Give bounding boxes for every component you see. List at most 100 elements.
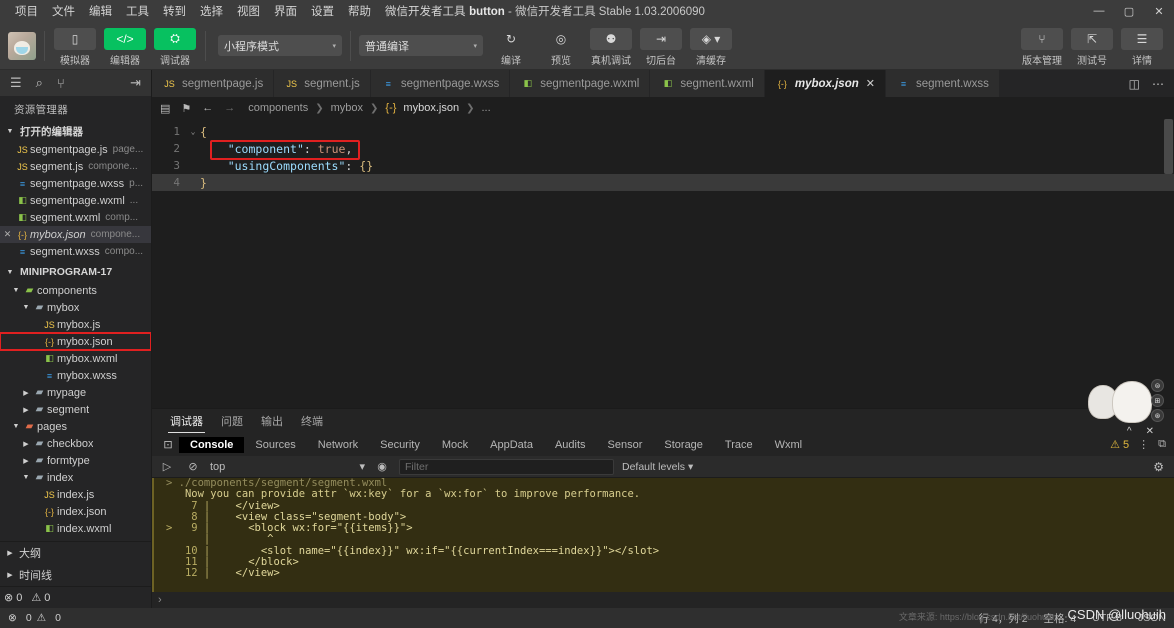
sidebar-problems[interactable]: ⊗ 0 ⚠ 0: [0, 586, 151, 608]
devtools-tab-Network[interactable]: Network: [307, 437, 369, 453]
bookmark-icon[interactable]: ⚑: [181, 102, 191, 115]
scrollbar-thumb[interactable]: [1164, 119, 1173, 174]
breadcrumb-item-file[interactable]: mybox.json: [403, 102, 459, 114]
devtools-tab-Sources[interactable]: Sources: [244, 437, 306, 453]
compile-select[interactable]: 普通编译 ▾: [359, 35, 483, 56]
tree-item-index.js[interactable]: JSindex.js: [0, 486, 151, 503]
source-control-icon[interactable]: ⑂: [57, 76, 65, 91]
editor-tab-segmentpage.js[interactable]: JSsegmentpage.js: [152, 70, 274, 97]
sticker-option-1-icon[interactable]: ⊜: [1151, 379, 1164, 392]
panel-tab-问题[interactable]: 问题: [219, 410, 245, 432]
tree-item-mybox.js[interactable]: JSmybox.js: [0, 316, 151, 333]
editor-tab-segmentpage.wxss[interactable]: ≡segmentpage.wxss: [371, 70, 510, 97]
toolbar-right-版本管理[interactable]: ⑂版本管理: [1020, 25, 1064, 67]
forward-arrow-icon[interactable]: →: [224, 102, 235, 114]
tree-item-segment[interactable]: ▶▰segment: [0, 401, 151, 418]
menu-item-4[interactable]: 转到: [156, 1, 193, 21]
open-editor-item[interactable]: ≡segment.wxsscompo...: [0, 243, 151, 260]
collapse-sidebar-icon[interactable]: ⇥: [130, 75, 141, 91]
open-editor-item[interactable]: ◧segment.wxmlcomp...: [0, 209, 151, 226]
devtools-tab-Storage[interactable]: Storage: [653, 437, 714, 453]
panel-tab-调试器[interactable]: 调试器: [168, 410, 205, 433]
editor-tab-mybox.json[interactable]: {-}mybox.json✕: [765, 70, 886, 97]
tree-item-mypage[interactable]: ▶▰mypage: [0, 384, 151, 401]
panel-tab-输出[interactable]: 输出: [259, 410, 285, 432]
tree-item-mybox.wxss[interactable]: ≡mybox.wxss: [0, 367, 151, 384]
tree-item-pages[interactable]: ▼▰pages: [0, 418, 151, 435]
menu-item-3[interactable]: 工具: [119, 1, 156, 21]
toolbar-right-测试号[interactable]: ⇱测试号: [1070, 25, 1114, 67]
toolbar-action-切后台[interactable]: ⇥切后台: [639, 25, 683, 67]
status-error-icon[interactable]: ⊗: [8, 612, 17, 624]
sticker-controls[interactable]: ⊜ ⊞ ⊛: [1151, 379, 1164, 422]
minimize-button[interactable]: —: [1084, 0, 1114, 22]
list-icon[interactable]: ▤: [160, 102, 170, 115]
open-editors-header[interactable]: ▼ 打开的编辑器: [0, 121, 151, 141]
close-tab-icon[interactable]: ✕: [866, 77, 875, 90]
warning-badge[interactable]: ⚠ 5: [1110, 438, 1129, 451]
menu-item-7[interactable]: 界面: [267, 1, 304, 21]
breadcrumb-item-components[interactable]: components: [248, 102, 308, 114]
devtools-tab-Security[interactable]: Security: [369, 437, 431, 453]
tree-item-mybox.wxml[interactable]: ◧mybox.wxml: [0, 350, 151, 367]
tree-item-mybox[interactable]: ▼▰mybox: [0, 299, 151, 316]
sticker-option-3-icon[interactable]: ⊛: [1151, 409, 1164, 422]
sticker-collapse-icon[interactable]: ^: [1127, 426, 1132, 437]
eye-icon[interactable]: ◉: [373, 460, 391, 473]
editor-tab-segment.js[interactable]: JSsegment.js: [274, 70, 371, 97]
inspect-element-icon[interactable]: ⊡: [157, 438, 179, 451]
project-header[interactable]: ▼ MINIPROGRAM-17: [0, 262, 151, 282]
devtools-tab-Wxml[interactable]: Wxml: [764, 437, 814, 453]
sticker-close-icon[interactable]: ✕: [1146, 426, 1154, 437]
dock-icon[interactable]: ⧉: [1158, 438, 1166, 451]
menu-item-5[interactable]: 选择: [193, 1, 230, 21]
breadcrumb-item-mybox[interactable]: mybox: [331, 102, 363, 114]
devtools-tab-Trace[interactable]: Trace: [714, 437, 764, 453]
toolbar-action-编译[interactable]: ↻编译: [489, 25, 533, 67]
console-prompt[interactable]: ›: [152, 592, 1174, 608]
mode-select[interactable]: 小程序模式 ▾: [218, 35, 342, 56]
toolbar-button-调试器[interactable]: ⛭调试器: [153, 25, 197, 67]
menu-item-1[interactable]: 文件: [45, 1, 82, 21]
tree-item-components[interactable]: ▼▰components: [0, 282, 151, 299]
console-context-select[interactable]: top ▾: [210, 460, 365, 473]
tree-item-index[interactable]: ▼▰index: [0, 469, 151, 486]
open-editor-item[interactable]: JSsegmentpage.jspage...: [0, 141, 151, 158]
console-levels-select[interactable]: Default levels ▾: [622, 461, 693, 473]
panel-tab-终端[interactable]: 终端: [299, 410, 325, 432]
maximize-button[interactable]: ▢: [1114, 0, 1144, 22]
status-warn-icon[interactable]: ⚠: [37, 612, 46, 624]
open-editor-item[interactable]: JSsegment.jscompone...: [0, 158, 151, 175]
open-editor-item[interactable]: ◧segmentpage.wxml...: [0, 192, 151, 209]
menu-item-10[interactable]: 微信开发者工具: [378, 1, 473, 21]
more-options-icon[interactable]: ⋮: [1138, 438, 1149, 451]
tree-item-mybox.json[interactable]: {-}mybox.json: [0, 333, 151, 350]
menu-icon[interactable]: ☰: [10, 75, 22, 91]
devtools-tab-Console[interactable]: Console: [179, 437, 244, 453]
toolbar-action-预览[interactable]: ◎预览: [539, 25, 583, 67]
devtools-tab-Mock[interactable]: Mock: [431, 437, 479, 453]
sidebar-section-时间线[interactable]: ▶时间线: [0, 564, 151, 586]
split-editor-icon[interactable]: ◫: [1129, 77, 1140, 91]
console-output[interactable]: > ./components/segment/segment.wxml Now …: [152, 478, 1174, 592]
tree-item-index.json[interactable]: {-}index.json: [0, 503, 151, 520]
clear-console-icon[interactable]: ⊘: [184, 460, 202, 473]
settings-gear-icon[interactable]: ⚙: [1153, 460, 1168, 474]
menu-item-9[interactable]: 帮助: [341, 1, 378, 21]
close-icon[interactable]: ✕: [0, 229, 15, 240]
menu-item-2[interactable]: 编辑: [82, 1, 119, 21]
tree-item-checkbox[interactable]: ▶▰checkbox: [0, 435, 151, 452]
menu-item-0[interactable]: 项目: [8, 1, 45, 21]
sidebar-section-大纲[interactable]: ▶大纲: [0, 542, 151, 564]
editor-tab-segment.wxml[interactable]: ◧segment.wxml: [650, 70, 765, 97]
toolbar-button-编辑器[interactable]: </>编辑器: [103, 25, 147, 67]
open-editor-item[interactable]: ✕{-}mybox.jsoncompone...: [0, 226, 151, 243]
toolbar-right-详情[interactable]: ☰详情: [1120, 25, 1164, 67]
editor-tab-segmentpage.wxml[interactable]: ◧segmentpage.wxml: [510, 70, 650, 97]
menu-item-6[interactable]: 视图: [230, 1, 267, 21]
close-button[interactable]: ✕: [1144, 0, 1174, 22]
sticker-option-2-icon[interactable]: ⊞: [1151, 394, 1164, 407]
code-editor[interactable]: 1⌄{2 "component": true,3 "usingComponent…: [152, 119, 1174, 408]
toolbar-action-清缓存[interactable]: ◈ ▾清缓存: [689, 25, 733, 67]
editor-tab-segment.wxss[interactable]: ≡segment.wxss: [886, 70, 1000, 97]
